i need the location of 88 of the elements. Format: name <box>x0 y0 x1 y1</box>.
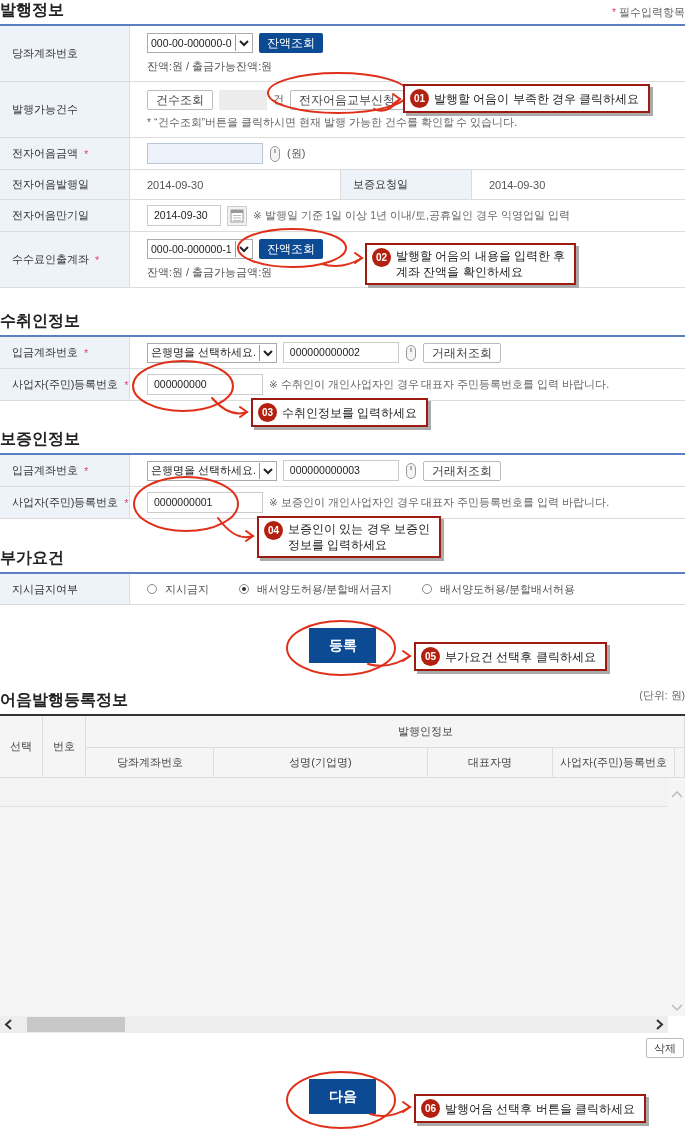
callout-text: 발행할 어음의 내용을 입력한 후 계좌 잔액을 확인하세요 <box>396 248 566 280</box>
radio-option[interactable]: 배서양도허용/분할배서금지 <box>239 581 393 597</box>
dropdown-arrow-icon <box>234 35 252 51</box>
form-button[interactable]: 거래처조회 <box>422 460 501 481</box>
field-label: 사업자(주민)등록번호 * <box>0 487 130 518</box>
field-label: 당좌계좌번호 <box>0 26 130 81</box>
section-title: 어음발행등록정보 <box>0 690 128 710</box>
form-button[interactable]: 잔액조회 <box>258 33 323 53</box>
field-label: 입금계좌번호 * <box>0 337 130 368</box>
hint-text: ※ 보증인이 개인사업자인 경우 대표자 주민등록번호를 입력 바랍니다. <box>269 495 610 510</box>
input-field[interactable]: 000000000002 <box>282 342 399 363</box>
chevron-down-icon[interactable] <box>670 1004 683 1012</box>
radio-option[interactable]: 지시금지 <box>147 581 209 597</box>
pointer-arrow <box>321 252 364 267</box>
column-header: 선택 <box>0 716 43 777</box>
chevron-right-icon[interactable] <box>651 1016 668 1033</box>
input-field[interactable]: 2014-09-30 <box>147 205 221 226</box>
callout-text: 부가요건 선택후 클릭하세요 <box>445 648 596 665</box>
field-text: 2014-09-30 <box>489 178 546 191</box>
column-header: 당좌계좌번호 <box>86 748 214 777</box>
callout-text: 보증인이 있는 경우 보증인 정보를 입력하세요 <box>288 521 430 553</box>
required-note: * 필수입력항목 <box>611 5 685 20</box>
radio-option[interactable]: 배서양도허용/분할배서허용 <box>422 581 576 597</box>
hint-text: ※ 수취인이 개인사업자인 경우 대표자 주민등록번호를 입력 바랍니다. <box>269 377 610 392</box>
field-text: 2014-09-30 <box>147 178 204 191</box>
section-title: 발행정보 <box>0 0 64 20</box>
input-field[interactable]: 000000000 <box>147 374 263 395</box>
column-header: 번호 <box>43 716 86 777</box>
input-field[interactable]: 000000000003 <box>282 460 399 481</box>
form-button[interactable]: 거래처조회 <box>422 342 501 363</box>
field-label: 보증요청일 <box>340 170 472 199</box>
dropdown-select[interactable]: 000-00-000000-1 <box>147 239 253 259</box>
field-label: 입금계좌번호 * <box>0 455 130 486</box>
field-text: (원) <box>287 146 306 161</box>
mouse-icon[interactable] <box>404 461 417 480</box>
callout-text: 발행어음 선택후 버튼을 클릭하세요 <box>445 1100 635 1117</box>
field-label: 지시금지여부 <box>0 574 130 604</box>
form-button[interactable]: 건수조회 <box>147 89 213 110</box>
step-number: 04 <box>264 521 283 540</box>
step-number: 05 <box>421 647 440 666</box>
section-title: 보증인정보 <box>0 429 80 449</box>
field-text: 잔액:원 / 출금가능금액:원 <box>147 265 273 280</box>
next-button[interactable]: 다음 <box>309 1079 376 1114</box>
pointer-arrow <box>369 1101 412 1117</box>
field-label: 발행가능건수 <box>0 82 130 137</box>
field-label: 전자어음금액 * <box>0 138 130 169</box>
callout-text: 수취인정보를 입력하세요 <box>282 404 418 421</box>
mouse-icon[interactable] <box>269 144 281 163</box>
step-number: 06 <box>421 1099 440 1118</box>
pointer-arrow <box>211 397 249 418</box>
field-label: 수수료인출계좌 * <box>0 232 130 287</box>
callout-text: 발행할 어음이 부족한 경우 클릭하세요 <box>434 90 640 107</box>
register-button[interactable]: 등록 <box>309 628 376 663</box>
chevron-up-icon[interactable] <box>670 790 683 798</box>
pointer-arrow <box>367 650 412 667</box>
step-number: 03 <box>258 403 277 422</box>
dropdown-arrow-icon <box>234 241 252 257</box>
dropdown-select[interactable]: 000-00-000000-0 <box>147 33 253 53</box>
count-display <box>219 89 267 110</box>
input-field[interactable]: 0000000001 <box>147 492 263 513</box>
dropdown-arrow-icon <box>258 344 276 361</box>
column-header: 사업자(주민)등록번호 <box>553 748 675 777</box>
delete-button[interactable]: 삭제 <box>646 1038 684 1058</box>
chevron-left-icon[interactable] <box>0 1016 17 1033</box>
field-text: 잔액:원 / 출금가능잔액:원 <box>147 59 273 74</box>
dropdown-select[interactable]: 은행명을 선택하세요. <box>147 460 277 481</box>
mouse-icon[interactable] <box>404 343 417 362</box>
unit-note: (단위: 원) <box>639 688 685 703</box>
field-label: 전자어음발행일 <box>0 170 130 199</box>
scrollbar-thumb[interactable] <box>27 1017 125 1032</box>
section-title: 수취인정보 <box>0 311 80 331</box>
column-header: 발행인정보 <box>86 716 685 748</box>
dropdown-arrow-icon <box>258 462 276 479</box>
hint-text: * “건수조회”버튼을 클릭하시면 현재 발행 가능한 건수를 확인할 수 있습니다. <box>147 115 518 130</box>
dropdown-select[interactable]: 은행명을 선택하세요. <box>147 342 277 363</box>
step-number: 01 <box>410 89 429 108</box>
section-title: 부가요건 <box>0 548 64 568</box>
input-field[interactable] <box>147 143 263 164</box>
form-button[interactable]: 잔액조회 <box>258 239 323 259</box>
pointer-arrow <box>217 517 255 542</box>
form-button[interactable]: 전자어음교부신청 <box>290 89 404 110</box>
calendar-icon[interactable] <box>227 205 247 226</box>
hint-text: ※ 발행일 기준 1일 이상 1년 이내/토,공휴일인 경우 익영업일 입력 <box>253 208 570 223</box>
column-header: 대표자명 <box>428 748 553 777</box>
column-header: 성명(기업명) <box>214 748 428 777</box>
field-label: 전자어음만기일 <box>0 200 130 231</box>
step-number: 02 <box>372 248 391 267</box>
field-label: 사업자(주민)등록번호 * <box>0 369 130 400</box>
